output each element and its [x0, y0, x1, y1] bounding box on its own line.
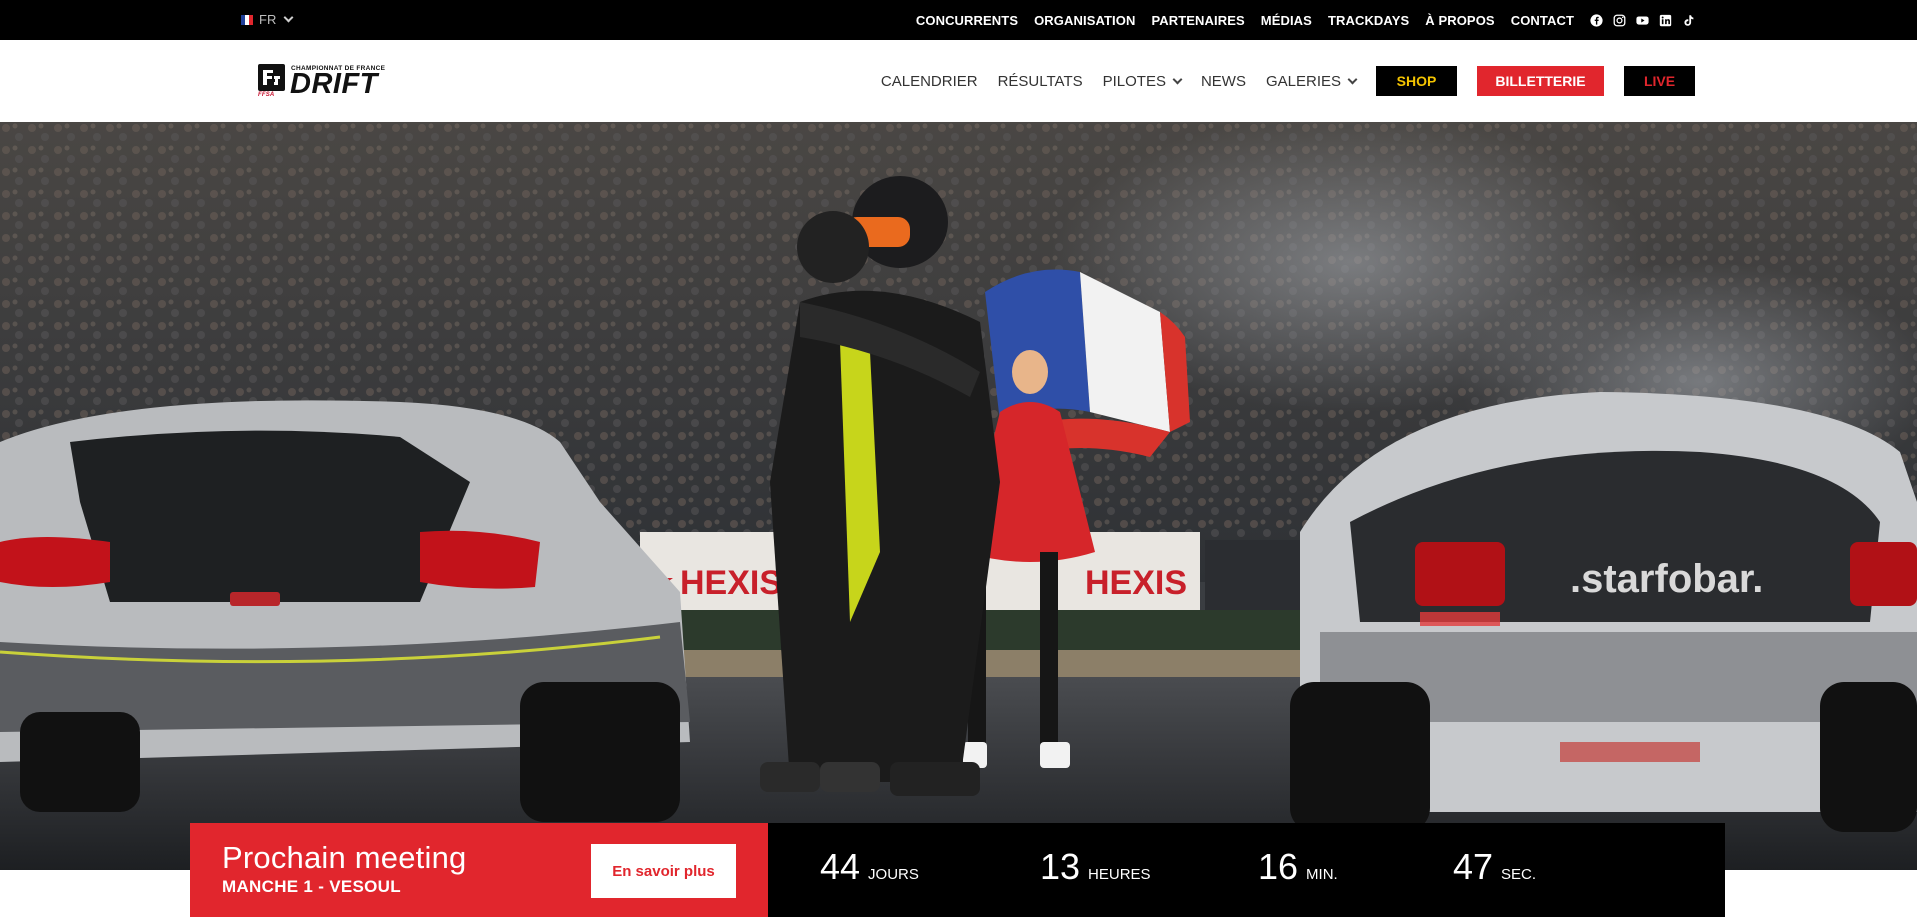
- right-drift-car: .starfobar.: [1290, 392, 1917, 832]
- next-meeting-bar: Prochain meeting MANCHE 1 - VESOUL En sa…: [190, 823, 1725, 917]
- countdown-minutes-label: MIN.: [1306, 866, 1338, 883]
- topnav-a-propos[interactable]: À PROPOS: [1425, 13, 1494, 28]
- countdown-days-label: JOURS: [868, 866, 919, 883]
- shop-button[interactable]: SHOP: [1376, 66, 1457, 96]
- meeting-subtitle: MANCHE 1 - VESOUL: [222, 877, 401, 896]
- nav-news[interactable]: NEWS: [1201, 73, 1246, 90]
- nav-pilotes[interactable]: PILOTES: [1102, 72, 1183, 90]
- nav-resultats-label: RÉSULTATS: [997, 72, 1083, 90]
- hexis-logo-mid: HEXIS: [1085, 564, 1187, 602]
- chevron-down-icon: [283, 12, 294, 23]
- countdown-hours: 13 HEURES: [1040, 849, 1151, 885]
- instagram-icon[interactable]: [1613, 14, 1626, 27]
- nav-calendrier-label: CALENDRIER: [880, 72, 978, 90]
- chevron-down-icon: [1172, 74, 1183, 84]
- countdown: 44 JOURS 13 HEURES 16 MIN. 47 SEC.: [768, 823, 1725, 917]
- live-button[interactable]: LIVE: [1624, 66, 1695, 96]
- nav-pilotes-label: PILOTES: [1102, 72, 1166, 90]
- logo-drift: DRIFT: [290, 68, 378, 100]
- nav-galeries[interactable]: GALERIES: [1265, 72, 1358, 90]
- ffsa-logo-icon: [258, 64, 285, 91]
- main-header: FFSA CHAMPIONNAT DE FRANCE DRIFT CALENDR…: [0, 40, 1917, 122]
- hexis-logo-left: HEXIS: [680, 564, 782, 602]
- nav-resultats[interactable]: RÉSULTATS: [998, 73, 1083, 90]
- tiktok-icon[interactable]: [1682, 14, 1695, 27]
- meeting-title: Prochain meeting: [222, 840, 467, 875]
- youtube-icon[interactable]: [1636, 14, 1649, 27]
- linkedin-icon[interactable]: [1659, 14, 1672, 27]
- language-selector[interactable]: FR: [241, 12, 294, 27]
- site-logo[interactable]: FFSA CHAMPIONNAT DE FRANCE DRIFT: [258, 64, 388, 100]
- facebook-icon[interactable]: [1590, 13, 1603, 27]
- countdown-days: 44 JOURS: [820, 849, 919, 885]
- chevron-down-icon: [1347, 74, 1358, 84]
- countdown-seconds-label: SEC.: [1501, 866, 1537, 883]
- nav-calendrier[interactable]: CALENDRIER: [881, 73, 978, 90]
- topnav-concurrents[interactable]: CONCURRENTS: [916, 13, 1018, 28]
- hero-scene: HEXIS HEXIS .starfobar.: [0, 122, 1917, 870]
- main-nav: CALENDRIER RÉSULTATS PILOTES NEWS GALERI…: [881, 40, 1695, 122]
- countdown-minutes-value: 16: [1258, 846, 1299, 887]
- meeting-info: Prochain meeting MANCHE 1 - VESOUL En sa…: [190, 823, 768, 917]
- nav-news-label: NEWS: [1200, 72, 1246, 90]
- social-links: [1590, 13, 1695, 27]
- countdown-minutes: 16 MIN.: [1258, 849, 1338, 885]
- topnav-medias[interactable]: MÉDIAS: [1261, 13, 1312, 28]
- top-bar: FR CONCURRENTS ORGANISATION PARTENAIRES …: [0, 0, 1917, 40]
- countdown-seconds: 47 SEC.: [1453, 849, 1536, 885]
- hero-image: HEXIS HEXIS .starfobar.: [0, 122, 1917, 870]
- nav-galeries-label: GALERIES: [1265, 72, 1341, 90]
- topnav-trackdays[interactable]: TRACKDAYS: [1328, 13, 1409, 28]
- top-nav: CONCURRENTS ORGANISATION PARTENAIRES MÉD…: [900, 0, 1695, 40]
- en-savoir-plus-button[interactable]: En savoir plus: [591, 844, 736, 898]
- topnav-partenaires[interactable]: PARTENAIRES: [1151, 13, 1244, 28]
- countdown-days-value: 44: [820, 846, 861, 887]
- topnav-contact[interactable]: CONTACT: [1511, 13, 1574, 28]
- billetterie-button[interactable]: BILLETTERIE: [1477, 66, 1604, 96]
- language-label: FR: [259, 12, 277, 27]
- topnav-organisation[interactable]: ORGANISATION: [1034, 13, 1135, 28]
- countdown-seconds-value: 47: [1453, 846, 1494, 887]
- countdown-hours-label: HEURES: [1088, 866, 1151, 883]
- france-flag-icon: [241, 14, 253, 25]
- hexis-banner-mid: HEXIS: [1085, 564, 1187, 602]
- logo-federation: FFSA: [258, 92, 275, 98]
- countdown-hours-value: 13: [1040, 846, 1081, 887]
- starfobar-logo: .starfobar.: [1570, 557, 1763, 601]
